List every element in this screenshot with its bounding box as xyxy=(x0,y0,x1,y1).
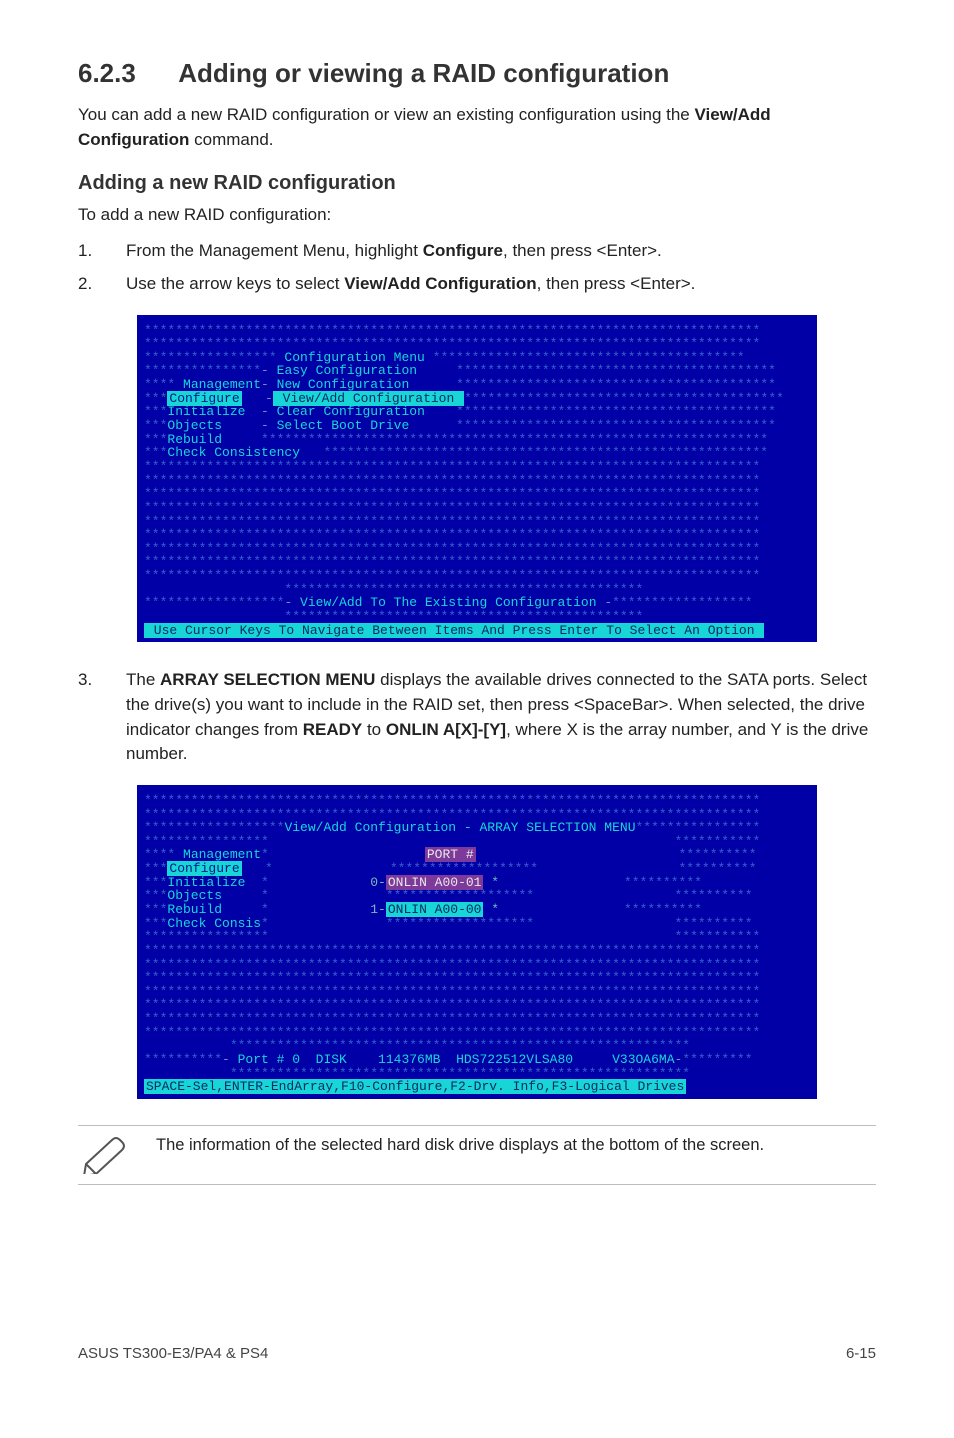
step-2-number: 2. xyxy=(78,272,126,297)
t2-fill-3: ****************************************… xyxy=(144,944,810,958)
t1-fill-6: ****************************************… xyxy=(144,501,810,515)
step-3-text: The ARRAY SELECTION MENU displays the av… xyxy=(126,668,876,767)
t2-fill-5: ****************************************… xyxy=(144,971,810,985)
steps-list-b: 3. The ARRAY SELECTION MENU displays the… xyxy=(78,668,876,767)
step-1: 1. From the Management Menu, highlight C… xyxy=(78,239,876,264)
intro-text-a: You can add a new RAID configuration or … xyxy=(78,105,694,124)
footer-left: ASUS TS300-E3/PA4 & PS4 xyxy=(78,1345,268,1362)
subheading: Adding a new RAID configuration xyxy=(78,172,876,195)
t1-viewadd-bar-row2: ****************************************… xyxy=(144,610,810,624)
step-1-number: 1. xyxy=(78,239,126,264)
lead-text: To add a new RAID configuration: xyxy=(78,205,876,225)
t2-init: ***Initialize * 0-ONLIN A00-01 * *******… xyxy=(144,876,810,890)
t2-fill-9: ****************************************… xyxy=(144,1026,810,1040)
t2-check: ***Check Consis* ******************* ***… xyxy=(144,917,810,931)
t1-fill-4: ****************************************… xyxy=(144,474,810,488)
t1-viewadd-bar-row: ****************************************… xyxy=(144,583,810,597)
t2-fill-8: ****************************************… xyxy=(144,1012,810,1026)
t2-div-1: **************** *********** xyxy=(144,835,810,849)
step-3-b: ARRAY SELECTION MENU xyxy=(160,670,375,689)
t1-easy: ***************- Easy Configuration ****… xyxy=(144,364,810,378)
terminal-2: ****************************************… xyxy=(137,785,817,1099)
step-2-text: Use the arrow keys to select View/Add Co… xyxy=(126,272,876,297)
t2-rebuild: ***Rebuild * 1-ONLIN A00-00 * ********** xyxy=(144,903,810,917)
section-title: 6.2.3 Adding or viewing a RAID configura… xyxy=(78,58,876,89)
step-3-f: ONLIN A[X]-[Y] xyxy=(386,720,506,739)
t1-viewadd-row: ***Configure - View/Add Configuration **… xyxy=(144,392,810,406)
t1-fill-1: ****************************************… xyxy=(144,324,810,338)
t1-clear: ***Initialize - Clear Configuration ****… xyxy=(144,405,810,419)
section-title-text: Adding or viewing a RAID configuration xyxy=(178,58,669,88)
note-icon xyxy=(78,1134,134,1174)
t1-selboot: ***Objects - Select Boot Drive *********… xyxy=(144,419,810,433)
step-2: 2. Use the arrow keys to select View/Add… xyxy=(78,272,876,297)
t2-port-detail: **********- Port # 0 DISK 114376MB HDS72… xyxy=(144,1053,810,1067)
t2-obj: ***Objects * ******************* *******… xyxy=(144,889,810,903)
step-1-text: From the Management Menu, highlight Conf… xyxy=(126,239,876,264)
step-2-a: Use the arrow keys to select xyxy=(126,274,344,293)
step-3: 3. The ARRAY SELECTION MENU displays the… xyxy=(78,668,876,767)
t1-fill-2: ****************************************… xyxy=(144,337,810,351)
step-1-c: , then press <Enter>. xyxy=(503,241,662,260)
t2-fill-2: ****************************************… xyxy=(144,808,810,822)
t1-fill-7: ****************************************… xyxy=(144,515,810,529)
t2-mgmt: **** Management* PORT # ********** xyxy=(144,848,810,862)
terminal-1-wrap: ****************************************… xyxy=(78,315,876,643)
section-number: 6.2.3 xyxy=(78,58,136,88)
footer-right: 6-15 xyxy=(846,1345,876,1362)
t2-port-bar-bot: ****************************************… xyxy=(144,1067,810,1081)
t1-fill-9: ****************************************… xyxy=(144,542,810,556)
pencil-note-icon xyxy=(82,1134,130,1174)
note-text: The information of the selected hard dis… xyxy=(156,1134,876,1157)
intro-paragraph: You can add a new RAID configuration or … xyxy=(78,103,876,152)
t1-viewadd-bar: ******************- View/Add To The Exis… xyxy=(144,596,810,610)
step-3-number: 3. xyxy=(78,668,126,767)
terminal-2-wrap: ****************************************… xyxy=(78,785,876,1099)
t2-fill-6: ****************************************… xyxy=(144,985,810,999)
t1-bottom-bar: Use Cursor Keys To Navigate Between Item… xyxy=(144,624,810,638)
step-2-c: , then press <Enter>. xyxy=(537,274,696,293)
t1-check: ***Check Consistency *******************… xyxy=(144,446,810,460)
t1-fill-3: ****************************************… xyxy=(144,460,810,474)
t1-fill-11: ****************************************… xyxy=(144,569,810,583)
t1-conf-menu: ***************** Configuration Menu ***… xyxy=(144,351,810,365)
t2-fill-1: ****************************************… xyxy=(144,794,810,808)
note-block: The information of the selected hard dis… xyxy=(78,1125,876,1185)
t2-fill-7: ****************************************… xyxy=(144,998,810,1012)
t1-bottom-text: Use Cursor Keys To Navigate Between Item… xyxy=(144,623,764,638)
t1-rebuild: ***Rebuild *****************************… xyxy=(144,433,810,447)
t1-fill-5: ****************************************… xyxy=(144,487,810,501)
t1-fill-8: ****************************************… xyxy=(144,528,810,542)
page-root: 6.2.3 Adding or viewing a RAID configura… xyxy=(0,0,954,1402)
steps-list-a: 1. From the Management Menu, highlight C… xyxy=(78,239,876,296)
t1-new: **** Management- New Configuration *****… xyxy=(144,378,810,392)
step-3-e: to xyxy=(362,720,386,739)
t1-fill-10: ****************************************… xyxy=(144,555,810,569)
intro-text-b: command. xyxy=(189,130,273,149)
t2-title-row: ******************View/Add Configuration… xyxy=(144,821,810,835)
t2-conf: ***Configure * ******************* *****… xyxy=(144,862,810,876)
step-3-a: The xyxy=(126,670,160,689)
terminal-1: ****************************************… xyxy=(137,315,817,643)
step-2-b: View/Add Configuration xyxy=(344,274,536,293)
t2-div-2: **************** *********** xyxy=(144,930,810,944)
t2-bottom-bar: SPACE-Sel,ENTER-EndArray,F10-Configure,F… xyxy=(144,1080,810,1094)
page-footer: ASUS TS300-E3/PA4 & PS4 6-15 xyxy=(78,1345,876,1362)
t2-fill-4: ****************************************… xyxy=(144,958,810,972)
t1-new-label: New Configuration xyxy=(269,377,409,392)
t2-port-bar-top: ****************************************… xyxy=(144,1039,810,1053)
step-1-a: From the Management Menu, highlight xyxy=(126,241,423,260)
step-1-b: Configure xyxy=(423,241,503,260)
t2-bottom-text: SPACE-Sel,ENTER-EndArray,F10-Configure,F… xyxy=(144,1079,686,1094)
step-3-d: READY xyxy=(303,720,363,739)
